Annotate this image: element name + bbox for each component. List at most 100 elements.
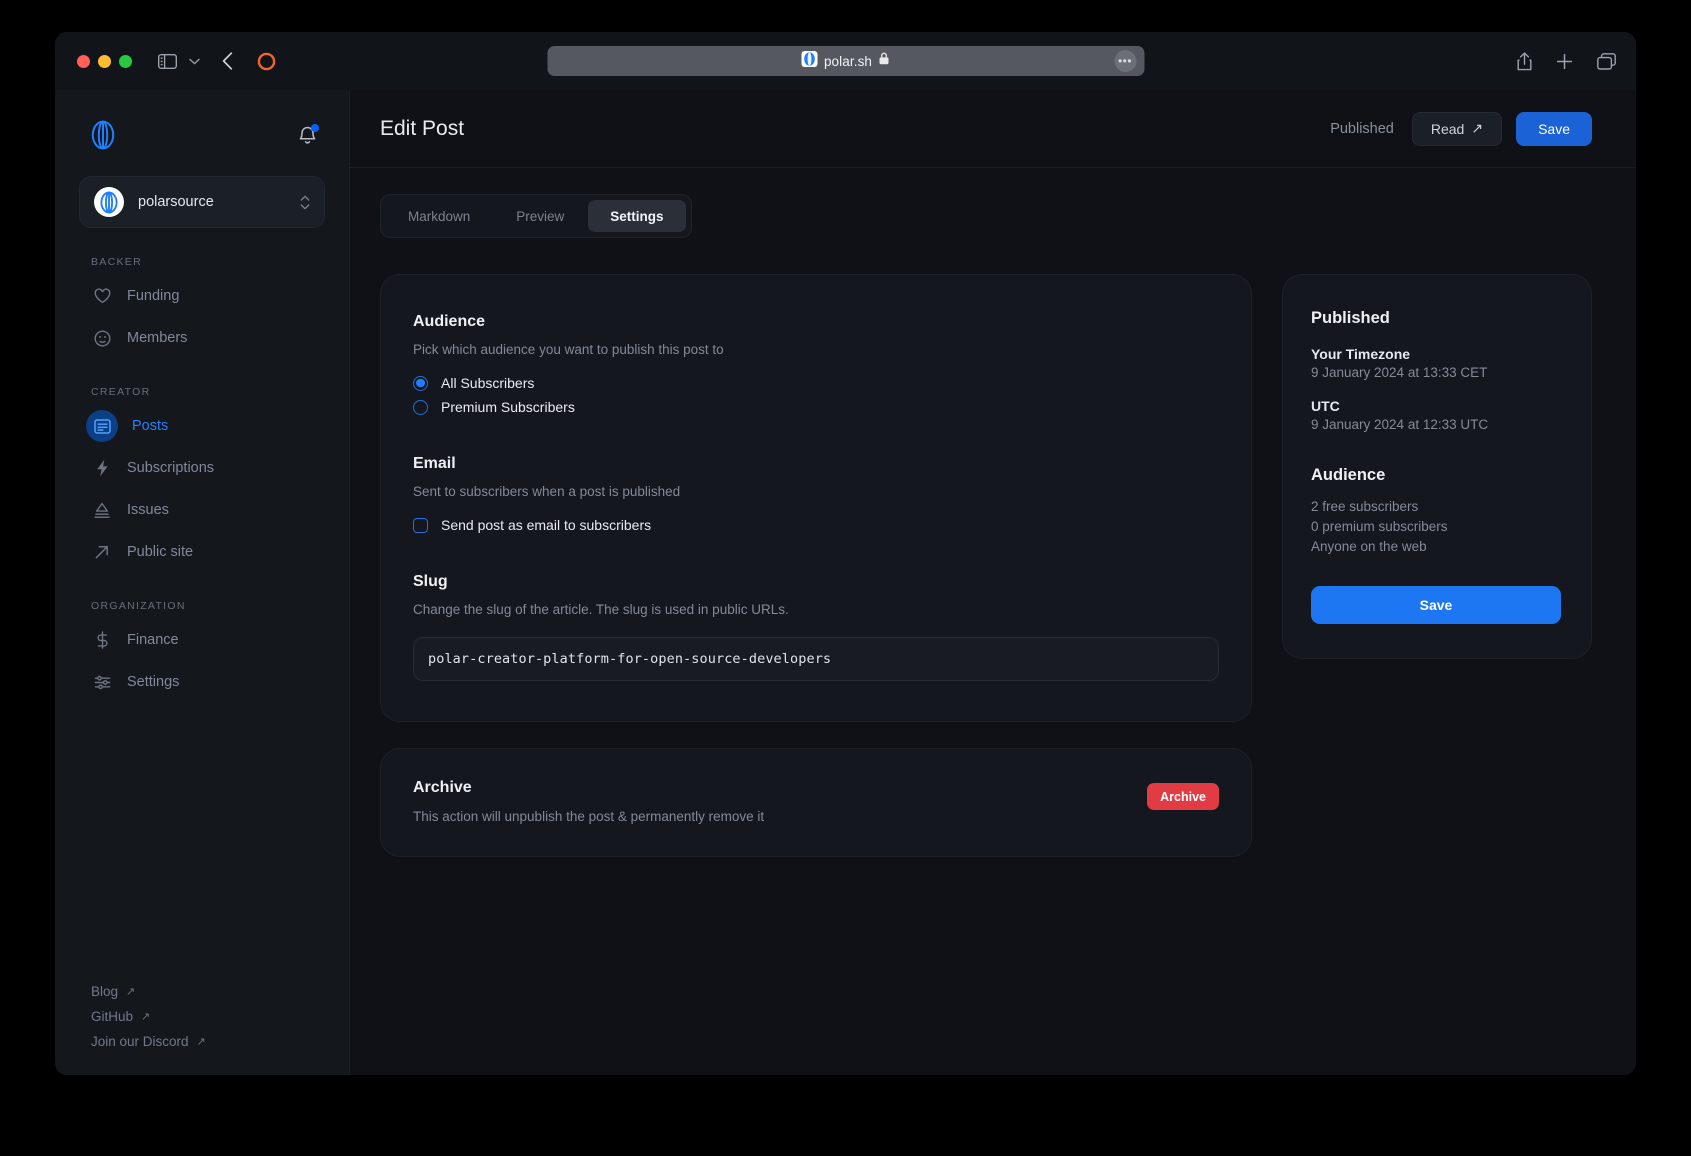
maximize-window-button[interactable] — [119, 54, 132, 68]
main-content: Edit Post Published Read ↗ Save Markdown… — [350, 90, 1636, 1075]
checkbox-label: Send post as email to subscribers — [441, 517, 652, 533]
organization-name: polarsource — [138, 194, 214, 210]
checkbox-send-email[interactable]: Send post as email to subscribers — [413, 517, 1219, 533]
app-sidebar: polarsource BACKER Funding Members CREAT… — [55, 90, 350, 1075]
window-controls[interactable] — [77, 54, 132, 68]
site-favicon — [801, 50, 818, 72]
archive-card: Archive This action will unpublish the p… — [380, 748, 1252, 857]
audience-title: Audience — [413, 313, 486, 330]
read-button[interactable]: Read ↗ — [1411, 111, 1503, 146]
close-window-button[interactable] — [77, 54, 90, 68]
tab-settings[interactable]: Settings — [588, 200, 686, 232]
desktop-background: polar.sh ••• polarsource BACKER Funding … — [0, 0, 1691, 1156]
archive-text: Archive This action will unpublish the p… — [413, 779, 1147, 824]
sidebar-header — [79, 90, 325, 162]
url-text: polar.sh — [823, 53, 873, 69]
gavel-icon — [91, 499, 113, 521]
external-link-icon: ↗ — [141, 1011, 151, 1023]
external-link-icon: ↗ — [126, 986, 136, 998]
back-arrow-icon[interactable] — [222, 52, 233, 70]
sidebar-item-posts[interactable]: Posts — [79, 406, 325, 446]
checkbox-indicator[interactable] — [413, 517, 428, 533]
footer-link-discord[interactable]: Join our Discord ↗ — [91, 1034, 325, 1049]
sliders-icon — [91, 671, 113, 693]
sidebar-footer: Blog ↗ GitHub ↗ Join our Discord ↗ — [79, 984, 325, 1075]
save-button[interactable]: Save — [1516, 111, 1592, 146]
slug-description: Change the slug of the article. The slug… — [413, 602, 789, 617]
sidebar-section-creator: Posts Subscriptions Issues Public site — [79, 406, 325, 572]
sidebar-item-label: Subscriptions — [127, 460, 215, 476]
slug-input[interactable] — [413, 637, 1219, 681]
archive-description: This action will unpublish the post & pe… — [413, 809, 765, 824]
footer-link-label: Join our Discord — [91, 1034, 189, 1049]
sidebar-item-public-site[interactable]: Public site — [79, 532, 325, 572]
audience-radio-group: All Subscribers Premium Subscribers — [413, 375, 1219, 415]
archive-title: Archive — [413, 779, 472, 796]
sidebar-item-label: Members — [127, 330, 188, 346]
audience-description: Pick which audience you want to publish … — [413, 342, 724, 357]
footer-link-label: Blog — [91, 984, 119, 999]
publish-info-card: Published Your Timezone 9 January 2024 a… — [1282, 274, 1592, 659]
sidebar-item-funding[interactable]: Funding — [79, 276, 325, 316]
audience-premium-count: 0 premium subscribers — [1311, 519, 1448, 534]
footer-link-label: GitHub — [91, 1009, 134, 1024]
application-root: polarsource BACKER Funding Members CREAT… — [55, 90, 1636, 1075]
sidebar-section-backer-title: BACKER — [91, 256, 142, 268]
footer-link-blog[interactable]: Blog ↗ — [91, 984, 325, 999]
polar-logo-icon[interactable] — [89, 120, 117, 155]
sidebar-item-label: Finance — [127, 632, 179, 648]
dollar-icon — [91, 629, 113, 651]
sidebar-section-creator-title: CREATOR — [91, 386, 151, 398]
address-bar[interactable]: polar.sh ••• — [547, 46, 1144, 76]
share-icon[interactable] — [1517, 51, 1532, 71]
plus-icon[interactable] — [1556, 53, 1573, 70]
face-icon — [91, 327, 113, 349]
radio-all-subscribers[interactable]: All Subscribers — [413, 375, 1219, 391]
timezone-label: Your Timezone — [1311, 346, 1411, 362]
sidebar-item-subscriptions[interactable]: Subscriptions — [79, 448, 325, 488]
orange-circle-icon[interactable] — [257, 52, 276, 71]
sidebar-toggle-icon[interactable] — [158, 53, 177, 69]
notifications-bell-icon[interactable] — [298, 123, 319, 150]
read-button-label: Read — [1430, 120, 1465, 137]
sidebar-item-label: Public site — [127, 544, 194, 560]
email-title: Email — [413, 455, 456, 472]
heart-icon — [91, 285, 113, 307]
sidebar-item-members[interactable]: Members — [79, 318, 325, 358]
aside-audience-title: Audience — [1311, 466, 1386, 484]
sidebar-item-label: Settings — [127, 674, 180, 690]
sidebar-item-settings[interactable]: Settings — [79, 662, 325, 702]
tab-markdown[interactable]: Markdown — [386, 200, 492, 232]
settings-main-column: Audience Pick which audience you want to… — [380, 274, 1252, 1075]
archive-button[interactable]: Archive — [1147, 783, 1219, 810]
email-checkbox-group: Send post as email to subscribers — [413, 517, 1219, 533]
radio-premium-subscribers[interactable]: Premium Subscribers — [413, 399, 1219, 415]
settings-content: Audience Pick which audience you want to… — [350, 238, 1636, 1075]
radio-label: All Subscribers — [441, 375, 535, 391]
sidebar-item-issues[interactable]: Issues — [79, 490, 325, 530]
chevron-down-icon[interactable] — [189, 58, 200, 65]
audience-visibility: Anyone on the web — [1311, 539, 1427, 554]
settings-side-column: Published Your Timezone 9 January 2024 a… — [1282, 274, 1592, 1075]
slug-title: Slug — [413, 573, 448, 590]
page-header: Edit Post Published Read ↗ Save — [350, 90, 1636, 168]
minimize-window-button[interactable] — [98, 54, 111, 68]
lock-icon — [878, 52, 889, 70]
sidebar-item-finance[interactable]: Finance — [79, 620, 325, 660]
page-menu-icon[interactable]: ••• — [1114, 50, 1136, 72]
organization-avatar — [94, 187, 124, 217]
tabs-icon[interactable] — [1597, 52, 1616, 70]
timezone-value: 9 January 2024 at 13:33 CET — [1311, 365, 1488, 380]
footer-link-github[interactable]: GitHub ↗ — [91, 1009, 325, 1024]
radio-indicator[interactable] — [413, 399, 428, 415]
radio-label: Premium Subscribers — [441, 399, 575, 415]
tab-preview[interactable]: Preview — [494, 200, 586, 232]
chevron-up-down-icon — [300, 194, 310, 211]
external-link-icon: ↗ — [1471, 120, 1484, 136]
organization-switcher[interactable]: polarsource — [79, 176, 325, 228]
browser-titlebar: polar.sh ••• — [55, 32, 1636, 90]
posts-icon — [86, 410, 118, 442]
radio-indicator[interactable] — [413, 375, 428, 391]
browser-window: polar.sh ••• polarsource BACKER Funding … — [55, 32, 1636, 1075]
aside-save-button[interactable]: Save — [1311, 586, 1561, 624]
